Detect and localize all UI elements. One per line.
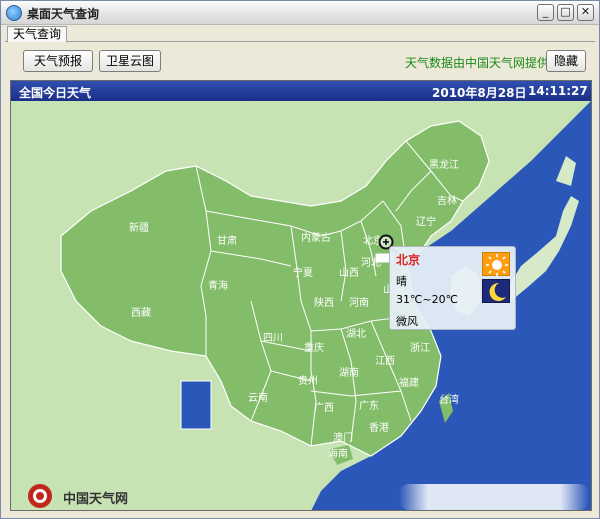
- province-label: 江西: [375, 355, 395, 367]
- province-label: 黑龙江: [429, 158, 459, 171]
- maximize-button[interactable]: □: [557, 4, 574, 21]
- app-icon: [6, 5, 22, 21]
- moon-icon: [482, 279, 510, 303]
- city-label: 台湾: [439, 393, 459, 406]
- province-label: 宁夏: [293, 266, 313, 279]
- sun-icon: [482, 252, 510, 276]
- province-label: 重庆: [304, 341, 324, 354]
- popup-city: 北京: [396, 253, 421, 267]
- tab-weather-query[interactable]: 天气查询: [7, 26, 68, 42]
- satellite-cloud-button[interactable]: 卫星云图: [99, 50, 161, 72]
- title-bar[interactable]: 桌面天气查询 _ □ ✕: [1, 1, 599, 25]
- province-label: 四川: [263, 333, 283, 344]
- popup-weather: 晴: [396, 275, 407, 288]
- close-button[interactable]: ✕: [577, 4, 594, 21]
- weather-logo-icon: [25, 482, 55, 510]
- city-label: 香港: [369, 422, 389, 434]
- app-window: 桌面天气查询 _ □ ✕ 天气查询 天气预报 卫星云图 天气数据由中国天气网提供…: [0, 0, 600, 519]
- hide-button[interactable]: 隐藏: [546, 50, 586, 72]
- province-label: 广东: [359, 399, 379, 412]
- popup-wind: 微风: [396, 315, 418, 328]
- city-weather-popup: 北京 晴 31℃~20℃ 微风: [389, 246, 516, 330]
- window-title: 桌面天气查询: [27, 7, 100, 21]
- south-china-sea-inset: [180, 380, 212, 430]
- province-label: 贵州: [298, 374, 318, 387]
- forecast-button[interactable]: 天气预报: [23, 50, 93, 72]
- province-label: 广西: [314, 402, 334, 414]
- city-label: 海南: [328, 447, 348, 460]
- popup-temperature: 31℃~20℃: [396, 293, 458, 306]
- map-title: 全国今日天气: [19, 86, 92, 100]
- weather-map[interactable]: 全国今日天气 2010年8月28日 14:11:27 新疆 西藏 甘肃 青海 内…: [10, 80, 592, 511]
- province-label: 甘肃: [217, 234, 237, 247]
- map-date: 2010年8月28日: [432, 86, 527, 100]
- province-label: 西藏: [131, 307, 151, 319]
- province-label: 湖南: [339, 366, 359, 379]
- province-label: 辽宁: [416, 215, 436, 228]
- footer-blur-overlay: [399, 484, 589, 510]
- province-label: 河南: [349, 296, 369, 309]
- province-label: 陕西: [314, 296, 334, 309]
- province-label: 新疆: [129, 221, 149, 234]
- map-time: 14:11:27: [528, 84, 588, 98]
- city-label: 澳门: [333, 431, 353, 444]
- province-label: 湖北: [346, 328, 366, 340]
- province-label: 云南: [248, 391, 268, 404]
- province-label: 浙江: [410, 342, 430, 354]
- province-label: 内蒙古: [301, 231, 331, 244]
- footer-brand: 中国天气网: [63, 492, 129, 507]
- province-label: 青海: [208, 279, 228, 292]
- minimize-button[interactable]: _: [537, 4, 554, 21]
- province-label: 福建: [399, 376, 419, 389]
- province-label: 吉林: [437, 194, 457, 207]
- province-label: 山西: [339, 267, 359, 279]
- data-provider-text: 天气数据由中国天气网提供: [405, 56, 550, 70]
- province-label: 河北: [361, 257, 381, 269]
- tab-bar: 天气查询: [5, 26, 595, 42]
- map-header: 全国今日天气 2010年8月28日 14:11:27: [11, 81, 591, 101]
